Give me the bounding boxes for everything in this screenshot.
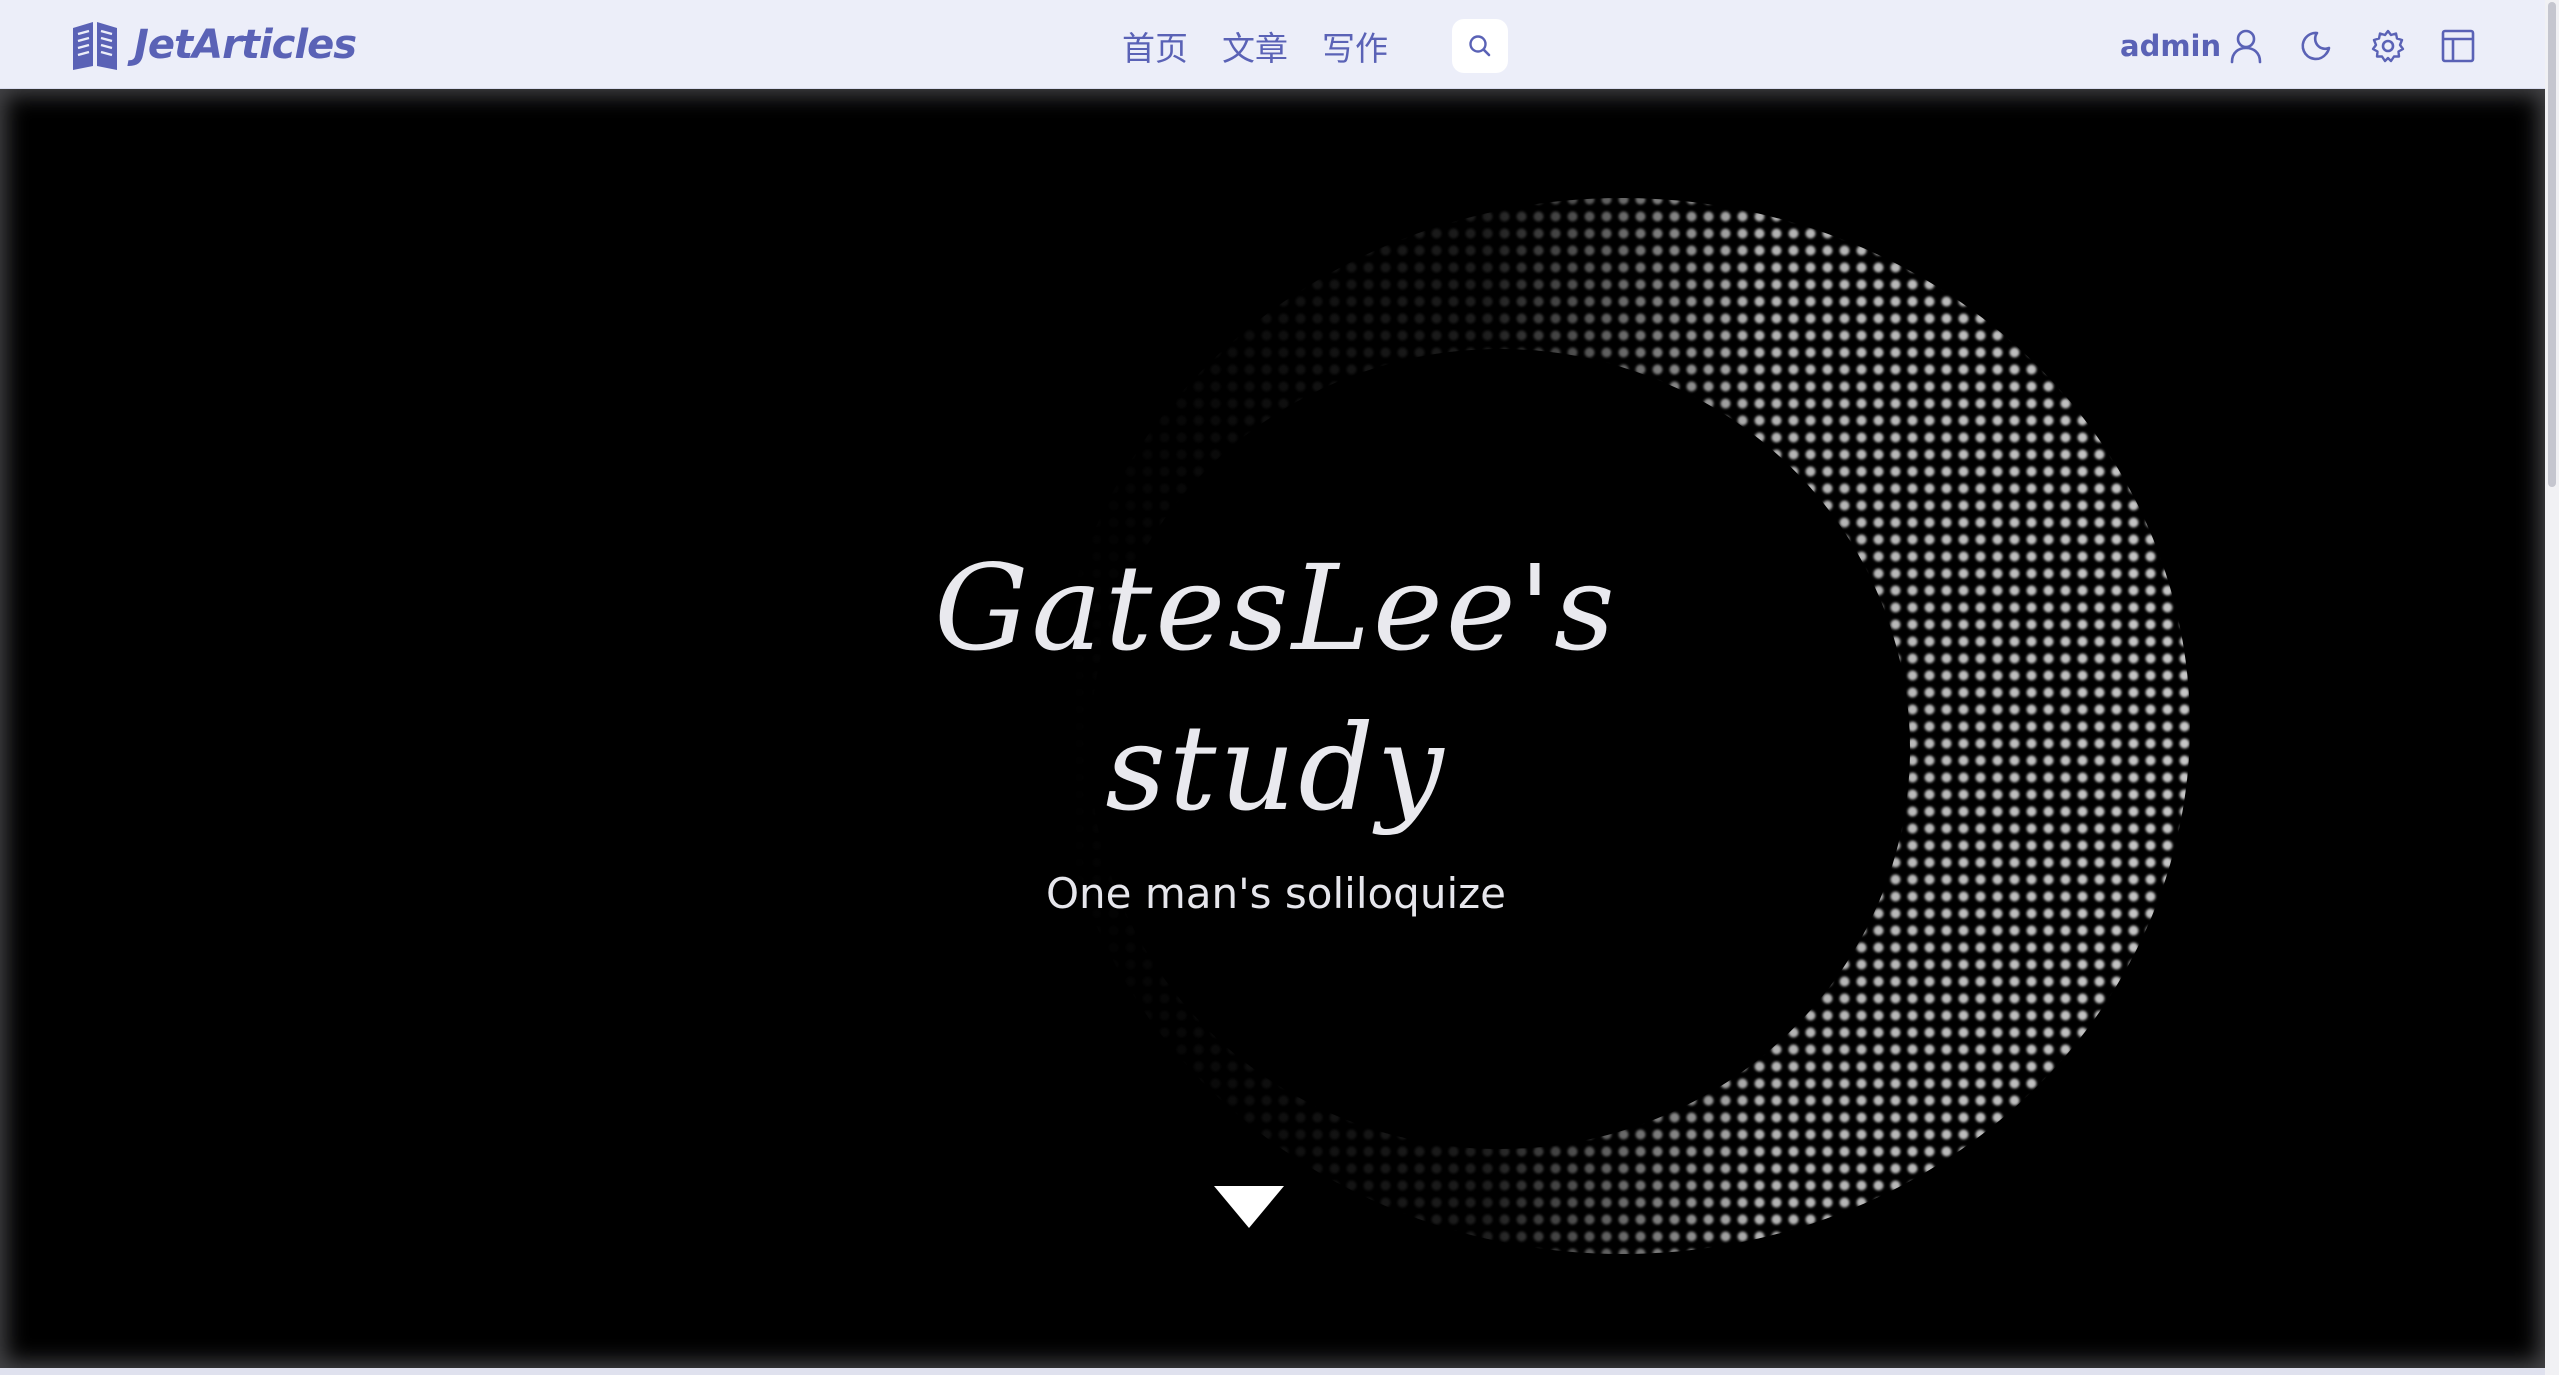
brand-link[interactable]: JetArticles	[70, 16, 357, 74]
page-scrollbar[interactable]	[2545, 0, 2559, 1375]
header-tools: admin	[2120, 18, 2509, 74]
page: JetArticles 首页 文章 写作 admin GatesLee's st…	[0, 0, 2559, 1375]
search-button[interactable]	[1452, 19, 1508, 73]
nav-item-home[interactable]: 首页	[1122, 22, 1188, 70]
scroll-down-button[interactable]	[1212, 1184, 1286, 1230]
triangle-down-icon	[1214, 1186, 1284, 1228]
search-icon	[1469, 35, 1491, 57]
open-book-icon	[73, 22, 117, 70]
top-nav-bar: JetArticles 首页 文章 写作 admin	[0, 0, 2545, 89]
user-icon	[2230, 29, 2262, 64]
settings-button[interactable]	[2369, 27, 2407, 65]
layout-icon	[2441, 29, 2475, 63]
gear-icon	[2371, 29, 2405, 63]
moon-icon	[2301, 31, 2331, 61]
nav-item-articles[interactable]: 文章	[1222, 22, 1288, 70]
dot-ring-graphic	[1000, 169, 2250, 1299]
brand-name: JetArticles	[134, 22, 357, 68]
layout-button[interactable]	[2439, 27, 2477, 65]
theme-toggle-button[interactable]	[2299, 27, 2337, 65]
page-bottom-strip	[0, 1368, 2545, 1375]
scrollbar-thumb[interactable]	[2548, 2, 2556, 487]
nav-item-write[interactable]: 写作	[1322, 22, 1388, 70]
user-name: admin	[2120, 29, 2222, 63]
user-menu[interactable]: admin	[2120, 28, 2263, 64]
hero-banner: GatesLee's study One man's soliloquize	[0, 89, 2545, 1368]
main-nav: 首页 文章 写作	[1122, 18, 1422, 74]
